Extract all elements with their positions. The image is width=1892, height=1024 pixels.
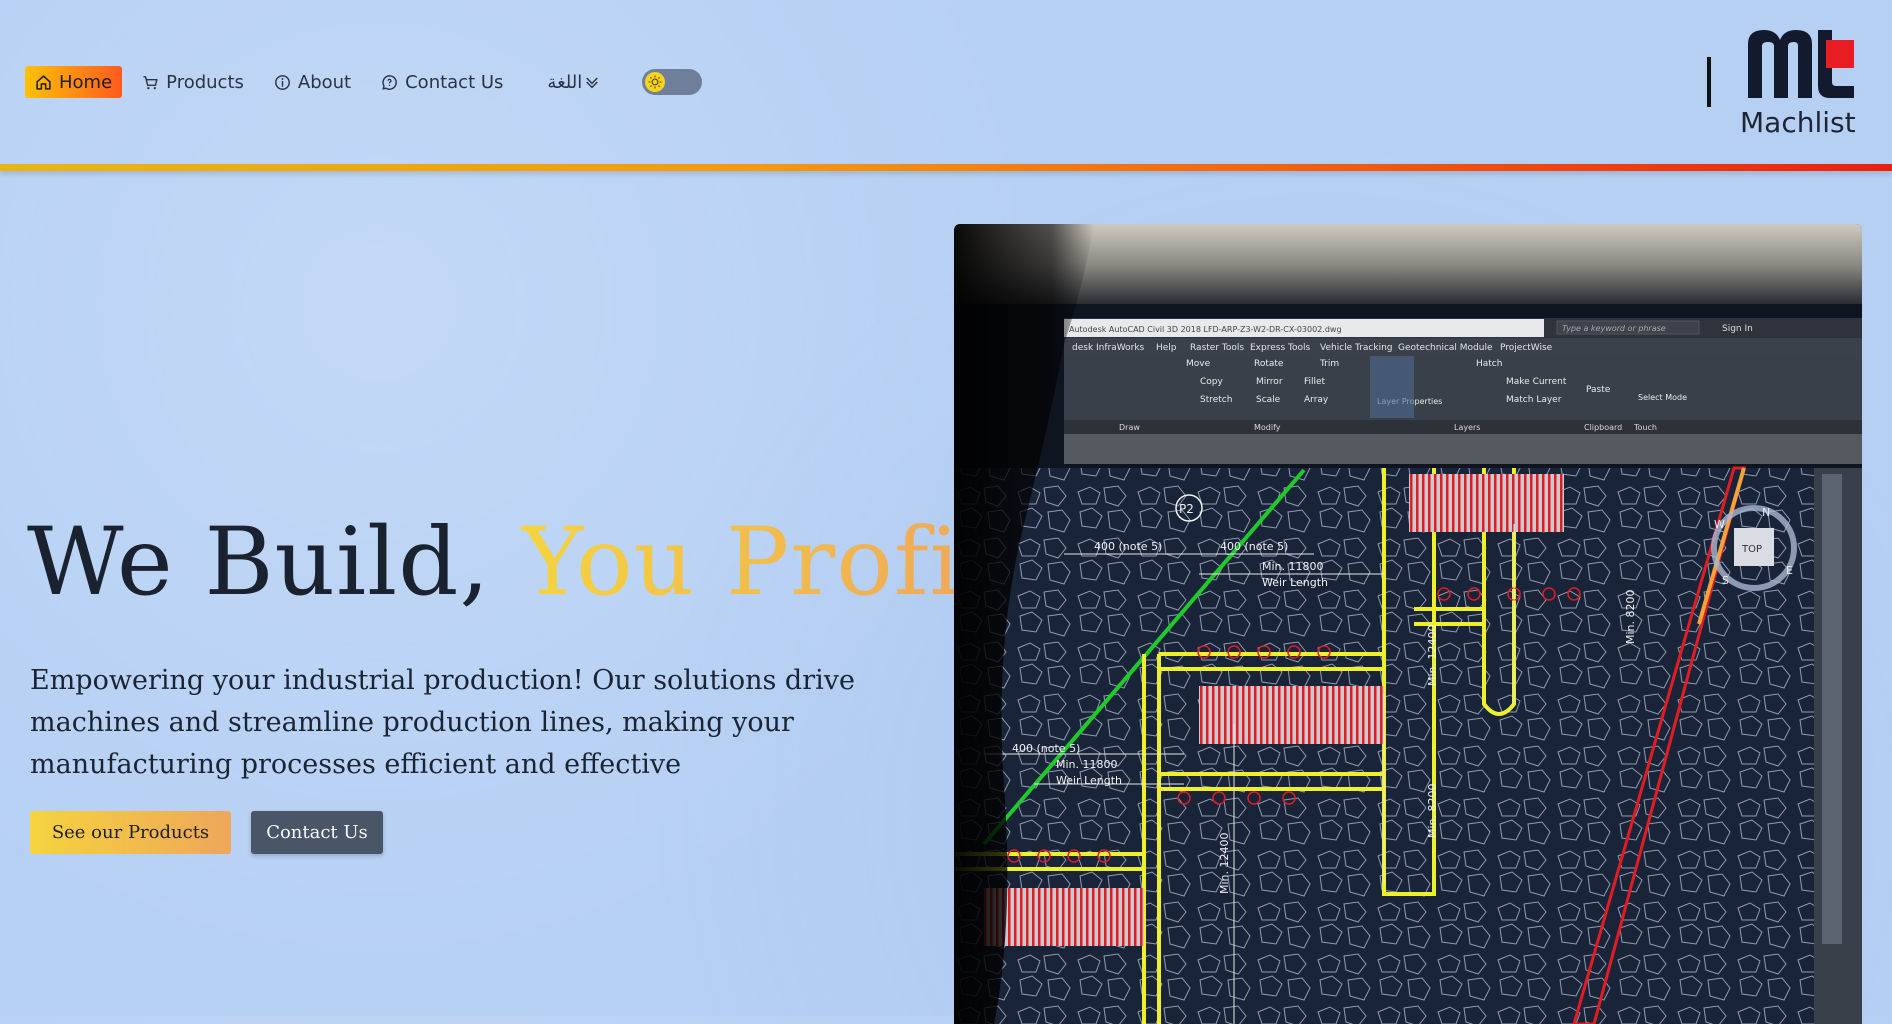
hero-subtitle: Empowering your industrial production! O…	[30, 665, 855, 780]
ribbon-item: Stretch	[1200, 395, 1232, 405]
autocad-sign-in: Sign In	[1722, 324, 1753, 334]
drawing-label: P2	[1179, 502, 1194, 516]
language-label: اللغة	[547, 71, 583, 93]
nav-item-home[interactable]: Home	[25, 66, 123, 98]
cart-icon	[143, 75, 158, 89]
hero-title: We Build, You Profit	[27, 508, 999, 617]
info-icon	[274, 74, 290, 90]
ribbon-item: Rotate	[1254, 359, 1284, 369]
drawing-label: 400 (note 5)	[1012, 742, 1080, 755]
drawing-label: Weir Length	[1056, 774, 1122, 787]
drawing-label: Weir Length	[1262, 576, 1328, 589]
menu-item: desk InfraWorks	[1072, 343, 1145, 353]
drawing-label: 400 (note 5)	[1094, 540, 1162, 553]
hero-title-main: We Build,	[27, 508, 491, 617]
toggle-knob	[645, 72, 666, 92]
menu-item: Vehicle Tracking	[1320, 343, 1393, 353]
ribbon-item: Select Mode	[1638, 393, 1687, 402]
drawing-label: E	[1786, 564, 1793, 577]
hero-image: Autodesk AutoCAD Civil 3D 2018 LFD-ARP-Z…	[954, 224, 1862, 1024]
ribbon-group: Draw	[1119, 423, 1140, 432]
ribbon-group: Clipboard	[1584, 423, 1622, 432]
ribbon-item: Match Layer	[1506, 395, 1562, 405]
menu-item: ProjectWise	[1500, 343, 1553, 353]
autocad-search: Type a keyword or phrase	[1562, 324, 1666, 333]
nav-item-contact[interactable]: Contact Us	[371, 66, 513, 98]
ribbon-group: Modify	[1254, 423, 1281, 432]
ribbon-group: Touch	[1633, 423, 1657, 432]
nav-links: Home Products About Contact Us اللغة	[25, 66, 703, 98]
ribbon-item: Mirror	[1256, 377, 1283, 387]
menu-item: Raster Tools	[1190, 343, 1244, 353]
drawing-label: W	[1714, 518, 1725, 531]
menu-item: Help	[1156, 343, 1177, 353]
drawing-label: 400 (note 5)	[1220, 540, 1288, 553]
ribbon-item: Scale	[1256, 395, 1281, 405]
see-products-button[interactable]: See our Products	[30, 811, 231, 854]
ribbon-item: Trim	[1319, 359, 1339, 369]
home-icon	[36, 74, 51, 90]
drawing-label: Min. 12400	[1426, 624, 1439, 686]
chat-icon	[382, 74, 398, 90]
ribbon-item: Copy	[1200, 377, 1224, 387]
drawing-label: Min. 11800	[1262, 560, 1324, 573]
contact-us-button[interactable]: Contact Us	[251, 811, 383, 854]
drawing-label: TOP	[1741, 544, 1762, 555]
autocad-title: Autodesk AutoCAD Civil 3D 2018 LFD-ARP-Z…	[1069, 325, 1342, 334]
nav-item-about[interactable]: About	[264, 66, 361, 98]
ribbon-item: Hatch	[1476, 359, 1502, 369]
drawing-label: Min. 8200	[1624, 589, 1637, 644]
ribbon-group: Layers	[1454, 423, 1480, 432]
ribbon-item: Array	[1304, 395, 1329, 405]
theme-toggle[interactable]	[642, 69, 703, 95]
drawing-label: N	[1762, 506, 1770, 519]
language-dropdown[interactable]: اللغة	[547, 72, 600, 93]
chevron-down-icon	[586, 77, 599, 89]
hero-title-accent: You Profit	[521, 508, 1000, 617]
nav-item-products[interactable]: Products	[132, 66, 254, 98]
sun-icon	[648, 75, 662, 89]
nav-accent-line	[0, 164, 1892, 171]
ribbon-item: Fillet	[1304, 377, 1326, 387]
ribbon-item: Paste	[1586, 385, 1611, 395]
drawing-label: S	[1722, 574, 1729, 587]
drawing-label: Min. 11800	[1056, 758, 1118, 771]
nav-item-label: Contact Us	[405, 71, 504, 93]
ribbon-item: Make Current	[1506, 377, 1567, 387]
menu-item: Geotechnical Module	[1398, 343, 1493, 353]
top-navigation: Home Products About Contact Us اللغة Mac	[0, 0, 1892, 164]
menu-item: Express Tools	[1250, 343, 1310, 353]
nav-item-label: Home	[59, 71, 113, 93]
ribbon-item: Move	[1186, 359, 1211, 369]
nav-divider	[1707, 57, 1711, 107]
drawing-label: Min. 12400	[1218, 832, 1231, 894]
brand-name: Machlist	[1740, 106, 1856, 139]
nav-item-label: About	[297, 71, 352, 93]
nav-item-label: Products	[166, 71, 244, 93]
drawing-label: Min. 8200	[1426, 783, 1439, 838]
